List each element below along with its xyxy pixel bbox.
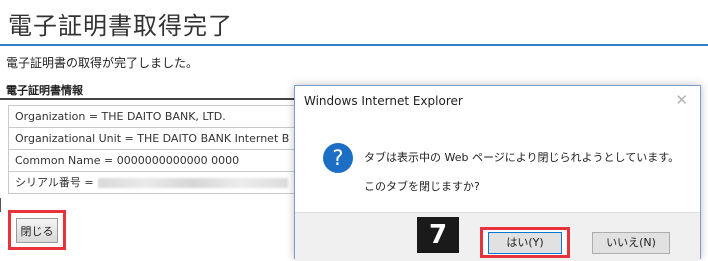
cert-row-serial-number: シリアル番号 =: [8, 172, 300, 194]
no-button[interactable]: いいえ(N): [592, 232, 670, 254]
question-icon: ?: [323, 143, 353, 173]
cert-row-text: Organization = THE DAITO BANK, LTD.: [15, 110, 226, 123]
page-title: 電子証明書取得完了: [8, 12, 233, 40]
dialog-titlebar: Windows Internet Explorer ✕: [295, 86, 700, 116]
edge-marker: [0, 198, 1, 212]
cert-row-organization: Organization = THE DAITO BANK, LTD.: [8, 106, 300, 128]
page-header: 電子証明書取得完了: [0, 0, 708, 46]
dialog-message-line1: タブは表示中の Web ページにより閉じられようとしています。: [364, 151, 680, 164]
cert-row-text: シリアル番号 =: [15, 176, 94, 189]
dialog-message-line2: このタブを閉じますか?: [364, 180, 480, 193]
close-button[interactable]: 閉じる: [16, 218, 58, 243]
section-divider: [0, 98, 300, 100]
close-button-highlight: 閉じる: [8, 210, 66, 250]
cert-row-common-name: Common Name = 0000000000000 0000: [8, 150, 300, 172]
yes-button[interactable]: はい(Y): [488, 232, 562, 254]
close-icon[interactable]: ✕: [675, 92, 688, 108]
section-title: 電子証明書情報: [6, 84, 83, 97]
step-number-badge: 7: [417, 217, 459, 253]
cert-row-organizational-unit: Organizational Unit = THE DAITO BANK Int…: [8, 128, 300, 150]
certificate-info-table: Organization = THE DAITO BANK, LTD. Orga…: [8, 105, 300, 194]
completion-message: 電子証明書の取得が完了しました。: [6, 56, 199, 70]
yes-button-highlight: はい(Y): [480, 227, 570, 258]
cert-row-text: Common Name = 0000000000000 0000: [15, 154, 240, 167]
blurred-serial-value: [97, 178, 288, 188]
confirm-dialog: Windows Internet Explorer ✕ ? タブは表示中の We…: [294, 85, 701, 261]
cert-row-text: Organizational Unit = THE DAITO BANK Int…: [15, 132, 290, 145]
dialog-title: Windows Internet Explorer: [304, 94, 463, 108]
